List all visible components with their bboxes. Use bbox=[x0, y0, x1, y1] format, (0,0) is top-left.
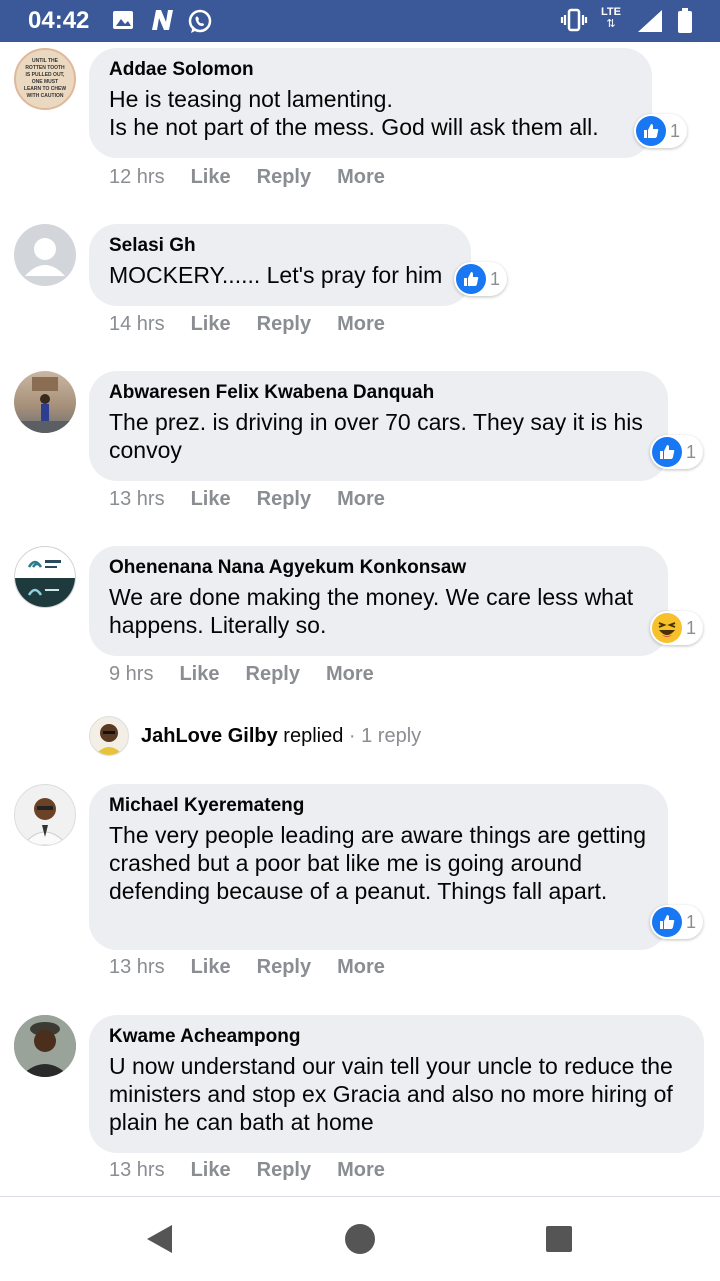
avatar[interactable] bbox=[14, 224, 76, 286]
more-button[interactable]: More bbox=[337, 488, 385, 511]
reply-button[interactable]: Reply bbox=[246, 663, 300, 686]
view-replies-link[interactable]: JahLove Gilby replied · 1 reply bbox=[89, 716, 689, 758]
status-time: 04:42 bbox=[28, 7, 90, 34]
commenter-name[interactable]: Addae Solomon bbox=[109, 58, 632, 81]
back-icon[interactable] bbox=[144, 1223, 174, 1260]
home-icon[interactable] bbox=[343, 1222, 377, 1261]
comment-text: We are done making the money. We care le… bbox=[109, 584, 634, 638]
reaction-count: 1 bbox=[686, 441, 697, 462]
comment-actions: 13 hrs Like Reply More bbox=[109, 1159, 385, 1182]
like-button[interactable]: Like bbox=[191, 1159, 231, 1182]
reply-button[interactable]: Reply bbox=[257, 166, 311, 189]
more-button[interactable]: More bbox=[326, 663, 374, 686]
comment-bubble[interactable]: Ohenenana Nana Agyekum Konkonsaw We are … bbox=[89, 546, 668, 656]
whatsapp-icon bbox=[186, 8, 214, 41]
like-reaction-icon bbox=[652, 907, 682, 937]
replier-name[interactable]: JahLove Gilby bbox=[141, 725, 278, 747]
replied-label: replied bbox=[283, 725, 344, 747]
reaction-summary[interactable]: 1 bbox=[634, 114, 688, 148]
person-photo bbox=[14, 377, 76, 433]
comment-actions: 12 hrs Like Reply More bbox=[109, 166, 385, 189]
avatar[interactable] bbox=[14, 1015, 76, 1077]
reply-button[interactable]: Reply bbox=[257, 488, 311, 511]
haha-reaction-icon bbox=[652, 613, 682, 643]
avatar[interactable] bbox=[14, 546, 76, 608]
reaction-summary[interactable]: 1 bbox=[650, 611, 704, 645]
more-button[interactable]: More bbox=[337, 166, 385, 189]
signal-icon bbox=[636, 8, 664, 39]
comment-actions: 13 hrs Like Reply More bbox=[109, 956, 385, 979]
reply-button[interactable]: Reply bbox=[257, 956, 311, 979]
reaction-count: 1 bbox=[490, 268, 501, 289]
reply-separator: · bbox=[348, 725, 356, 747]
comment-bubble[interactable]: Kwame Acheampong U now understand our va… bbox=[89, 1015, 704, 1153]
reaction-summary[interactable]: 1 bbox=[650, 905, 704, 939]
status-bar: 04:42 LTE ⇅ bbox=[0, 0, 720, 42]
more-button[interactable]: More bbox=[337, 956, 385, 979]
commenter-name[interactable]: Kwame Acheampong bbox=[109, 1025, 684, 1048]
more-button[interactable]: More bbox=[337, 1159, 385, 1182]
like-button[interactable]: Like bbox=[191, 313, 231, 336]
reaction-summary[interactable]: 1 bbox=[454, 262, 508, 296]
comment-bubble[interactable]: Addae Solomon He is teasing not lamentin… bbox=[89, 48, 652, 158]
commenter-name[interactable]: Selasi Gh bbox=[109, 234, 451, 257]
comment-time: 13 hrs bbox=[109, 956, 165, 978]
avatar-text: UNTIL THE ROTTEN TOOTH IS PULLED OUT, ON… bbox=[23, 58, 67, 99]
avatar[interactable] bbox=[14, 784, 76, 846]
comment-time: 12 hrs bbox=[109, 166, 165, 188]
n-app-icon bbox=[148, 8, 176, 37]
recents-icon[interactable] bbox=[545, 1225, 573, 1258]
commenter-name[interactable]: Michael Kyeremateng bbox=[109, 794, 648, 817]
comment-time: 13 hrs bbox=[109, 488, 165, 510]
like-button[interactable]: Like bbox=[191, 488, 231, 511]
comment-bubble[interactable]: Abwaresen Felix Kwabena Danquah The prez… bbox=[89, 371, 668, 481]
reaction-summary[interactable]: 1 bbox=[650, 435, 704, 469]
default-avatar-icon bbox=[25, 238, 65, 276]
reply-button[interactable]: Reply bbox=[257, 313, 311, 336]
avatar[interactable] bbox=[14, 371, 76, 433]
person-photo bbox=[22, 798, 68, 845]
comment-text: He is teasing not lamenting. Is he not p… bbox=[109, 86, 599, 140]
like-button[interactable]: Like bbox=[179, 663, 219, 686]
comment-actions: 13 hrs Like Reply More bbox=[109, 488, 385, 511]
person-photo bbox=[95, 724, 123, 755]
battery-icon bbox=[676, 8, 694, 39]
reaction-count: 1 bbox=[670, 120, 681, 141]
comment-time: 14 hrs bbox=[109, 313, 165, 335]
vibrate-icon bbox=[560, 8, 588, 37]
more-button[interactable]: More bbox=[337, 313, 385, 336]
comment-text: MOCKERY...... Let's pray for him bbox=[109, 262, 443, 288]
like-button[interactable]: Like bbox=[191, 166, 231, 189]
navigation-bar bbox=[0, 1196, 720, 1281]
lte-indicator: LTE ⇅ bbox=[601, 6, 621, 30]
reply-button[interactable]: Reply bbox=[257, 1159, 311, 1182]
commenter-name[interactable]: Ohenenana Nana Agyekum Konkonsaw bbox=[109, 556, 648, 579]
comment-time: 13 hrs bbox=[109, 1159, 165, 1181]
comment-text: The very people leading are aware things… bbox=[109, 822, 647, 904]
like-reaction-icon bbox=[456, 264, 486, 294]
reply-summary-text: JahLove Gilby replied · 1 reply bbox=[141, 725, 421, 748]
logo-avatar bbox=[15, 560, 75, 607]
comment-actions: 9 hrs Like Reply More bbox=[109, 663, 374, 686]
avatar[interactable]: UNTIL THE ROTTEN TOOTH IS PULLED OUT, ON… bbox=[14, 48, 76, 110]
comment-actions: 14 hrs Like Reply More bbox=[109, 313, 385, 336]
commenter-name[interactable]: Abwaresen Felix Kwabena Danquah bbox=[109, 381, 648, 404]
reply-avatar[interactable] bbox=[89, 716, 129, 756]
comment-time: 9 hrs bbox=[109, 663, 154, 685]
comment-text: U now understand our vain tell your uncl… bbox=[109, 1053, 673, 1135]
person-photo bbox=[14, 1015, 76, 1077]
like-reaction-icon bbox=[636, 116, 666, 146]
comment-bubble[interactable]: Michael Kyeremateng The very people lead… bbox=[89, 784, 668, 950]
like-button[interactable]: Like bbox=[191, 956, 231, 979]
comment-bubble[interactable]: Selasi Gh MOCKERY...... Let's pray for h… bbox=[89, 224, 471, 306]
image-icon bbox=[112, 8, 134, 37]
reaction-count: 1 bbox=[686, 617, 697, 638]
reply-count: 1 reply bbox=[361, 725, 422, 747]
comment-text: The prez. is driving in over 70 cars. Th… bbox=[109, 409, 643, 463]
reaction-count: 1 bbox=[686, 911, 697, 932]
like-reaction-icon bbox=[652, 437, 682, 467]
